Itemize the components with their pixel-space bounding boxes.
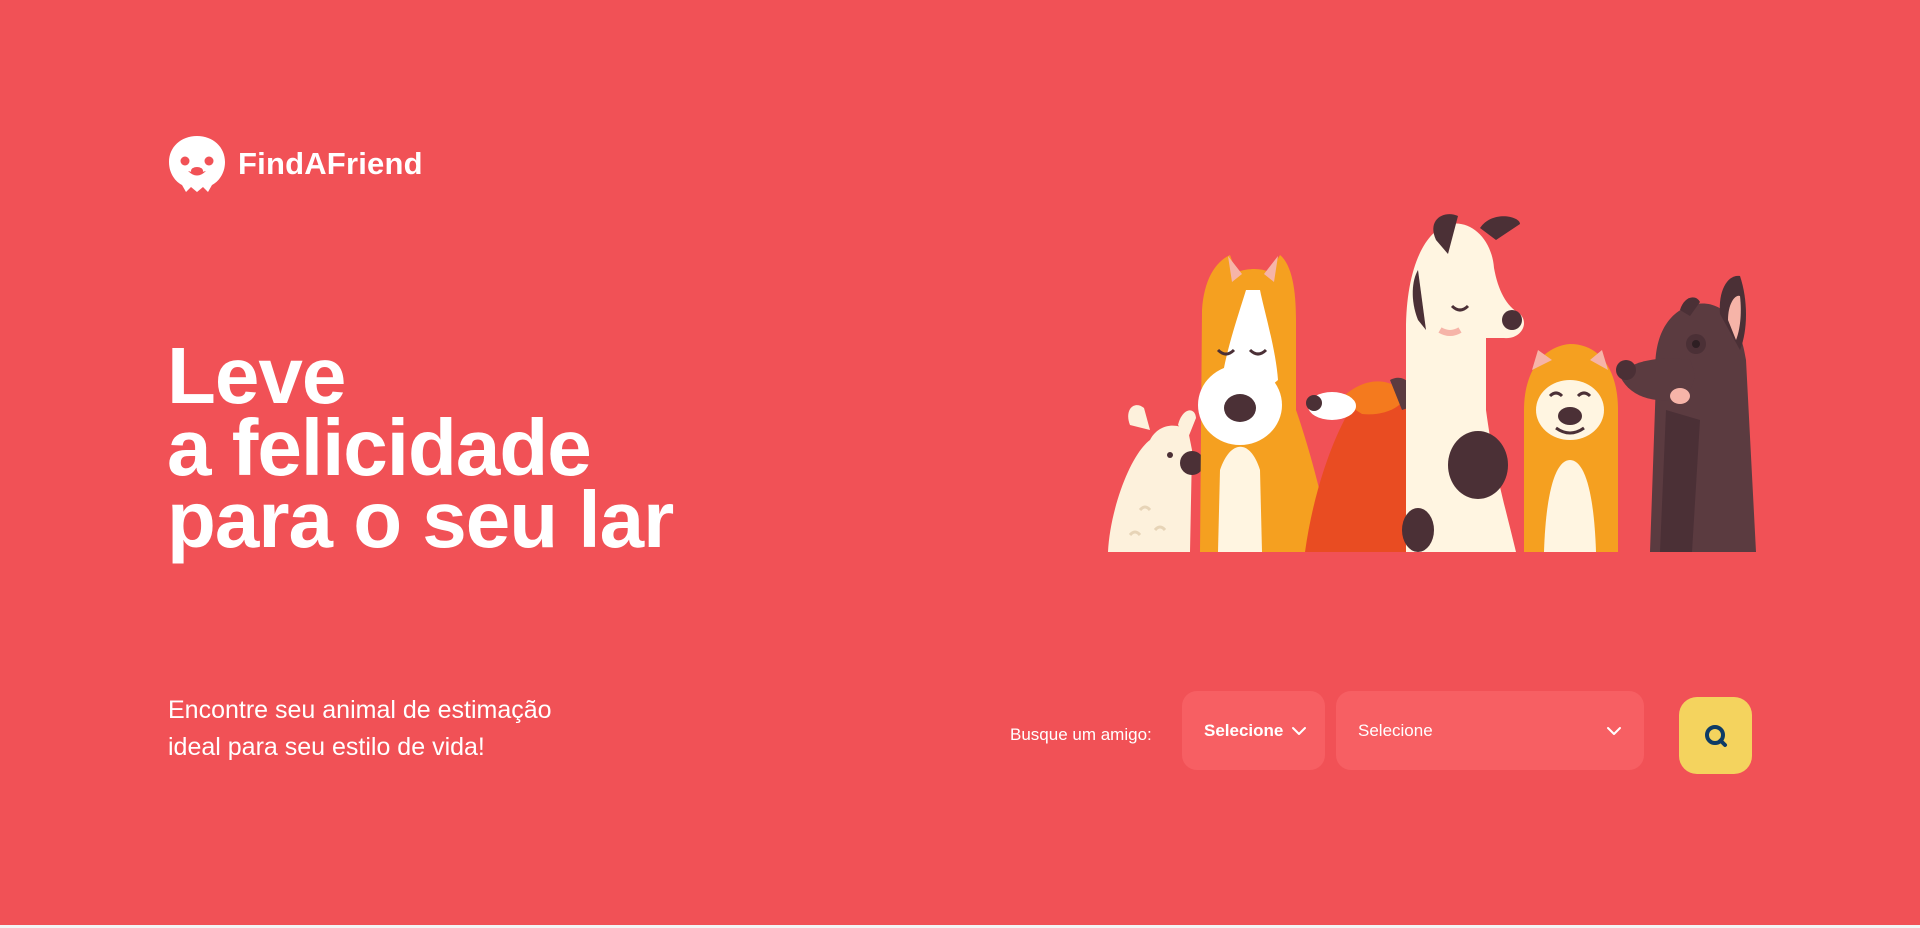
hero-subtitle: Encontre seu animal de estimação ideal p…	[168, 692, 552, 766]
search-button[interactable]	[1679, 697, 1752, 774]
headline-line-2: a felicidade	[167, 403, 592, 492]
headline-line-1: Leve	[167, 331, 346, 420]
landing-page: FindAFriend Leve a felicidade para o seu…	[0, 0, 1920, 928]
search-label: Busque um amigo:	[1010, 725, 1152, 744]
white-spotted-dog	[1402, 214, 1525, 552]
dogs-group-illustration	[1108, 214, 1756, 552]
terrier-dog	[1108, 405, 1204, 552]
brand-name: FindAFriend	[238, 146, 423, 181]
brand-logo[interactable]: FindAFriend	[168, 134, 423, 194]
hero-headline: Leve a felicidade para o seu lar	[167, 331, 674, 564]
dog-face-icon	[169, 136, 225, 192]
chevron-down-icon	[1292, 726, 1307, 735]
headline-line-3: para o seu lar	[167, 475, 674, 564]
subtitle-line-1: Encontre seu animal de estimação	[168, 696, 552, 724]
subtitle-line-2: ideal para seu estilo de vida!	[168, 733, 485, 761]
state-select-value: Selecione	[1204, 720, 1284, 740]
shiba-dog	[1524, 344, 1618, 552]
chevron-down-icon	[1607, 726, 1621, 735]
city-select-value: Selecione	[1358, 720, 1433, 740]
city-select[interactable]: Selecione	[1336, 691, 1644, 770]
brown-dog	[1616, 275, 1756, 552]
state-select[interactable]: Selecione	[1182, 691, 1325, 770]
search-icon	[1704, 724, 1727, 747]
